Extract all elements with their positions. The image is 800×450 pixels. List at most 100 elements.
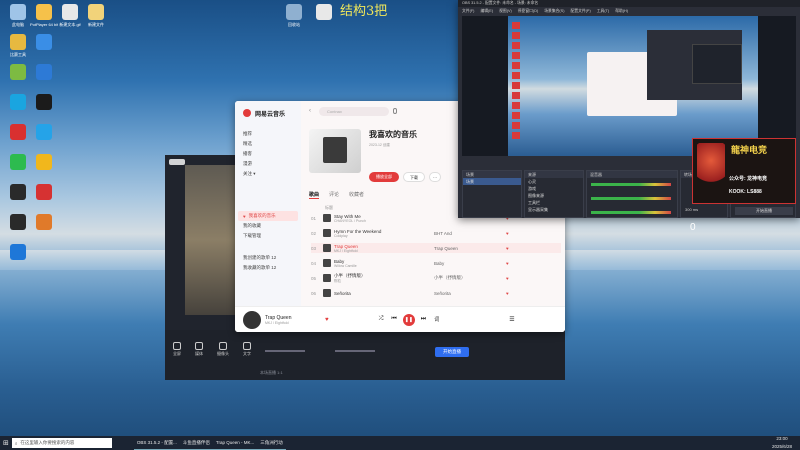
- more-button[interactable]: ···: [429, 172, 441, 182]
- music-library: ♥ 我喜欢的音乐 我的收藏 下载管理 我创建的歌单 12 我收藏的歌单 12: [235, 211, 301, 273]
- play-all-button[interactable]: 播放全部: [369, 172, 399, 182]
- duration-field[interactable]: 300 ms: [685, 207, 698, 212]
- source-item[interactable]: 工具栏: [525, 199, 583, 206]
- tab-collectors[interactable]: 收藏者: [349, 191, 364, 199]
- desktop-icon[interactable]: 此电脑: [4, 4, 32, 27]
- start-button[interactable]: ⊞: [0, 436, 12, 450]
- desktop-icon[interactable]: [30, 94, 58, 112]
- heart-icon[interactable]: ♥: [506, 261, 509, 266]
- nav-download[interactable]: 下载管理: [235, 231, 301, 241]
- track-row[interactable]: 03 Trap Queen MKJ / Eightfold Trap Queen ♥: [311, 243, 561, 253]
- track-artist: Coldplay: [334, 233, 348, 238]
- source-item[interactable]: 显示器采集: [525, 206, 583, 213]
- obs-menu-item[interactable]: 工具(T): [597, 7, 609, 15]
- obs-titlebar: OBS 31.5.2 - 配置文件: 未命名 - 场景: 未命名: [458, 0, 800, 7]
- heart-icon[interactable]: ♥: [506, 231, 509, 236]
- source-item[interactable]: 图像来源: [525, 192, 583, 199]
- taskbar-item-3[interactable]: 三角洲行动: [257, 436, 286, 450]
- desktop-icon[interactable]: [4, 184, 32, 202]
- next-icon[interactable]: ⏭: [421, 316, 426, 323]
- source-item[interactable]: 心灵: [525, 178, 583, 185]
- heart-icon[interactable]: ♥: [506, 246, 509, 251]
- desktop-icon[interactable]: [30, 64, 58, 82]
- heart-icon[interactable]: ♥: [506, 276, 509, 281]
- obs-menu-item[interactable]: 编辑(E): [480, 7, 493, 15]
- start-live-button[interactable]: 开始直播: [435, 347, 469, 357]
- nav-collect[interactable]: 我的收藏: [235, 221, 301, 231]
- obs-menu-item[interactable]: 配置文件(P): [570, 7, 590, 15]
- source-item[interactable]: 游戏: [525, 185, 583, 192]
- prev-icon[interactable]: ⏮: [391, 316, 396, 323]
- back-arrow-icon[interactable]: ‹: [309, 108, 311, 114]
- music-logo-icon: [243, 109, 251, 117]
- nav-created[interactable]: 我创建的歌单 12: [235, 253, 301, 263]
- nested-obs-2: [692, 44, 742, 84]
- nav-liked[interactable]: ♥ 我喜欢的音乐: [238, 211, 298, 221]
- desktop-icon[interactable]: [4, 244, 32, 262]
- streamer-btn-3[interactable]: 文字: [243, 342, 251, 357]
- volume-slider-1[interactable]: [265, 350, 305, 352]
- taskbar-search[interactable]: ⌕ 在这里输入你要搜索的内容: [11, 438, 112, 448]
- mic-icon[interactable]: [393, 108, 397, 114]
- volume-slider-2[interactable]: [335, 350, 375, 352]
- track-row[interactable]: 02 Hymn For the Weekend Coldplay BHT And ♥: [311, 228, 561, 238]
- desktop-icon[interactable]: [310, 4, 338, 22]
- desktop-icon[interactable]: [4, 214, 32, 232]
- desktop-icon[interactable]: [30, 214, 58, 232]
- nav-item-2[interactable]: 播客: [235, 149, 301, 159]
- tab-songs[interactable]: 歌曲: [309, 191, 320, 199]
- desktop-icon[interactable]: PotPlayer 64 bit: [30, 4, 58, 27]
- tab-comments[interactable]: 评论: [329, 191, 339, 199]
- download-button[interactable]: 下载: [403, 172, 425, 182]
- desktop-icon[interactable]: [30, 124, 58, 142]
- like-icon[interactable]: ♥: [325, 317, 329, 323]
- desktop-icon[interactable]: [4, 154, 32, 172]
- obs-menu-item[interactable]: 场景集合(S): [544, 7, 564, 15]
- track-row[interactable]: 04 Baby Willow Camille Baby ♥: [311, 258, 561, 268]
- start-stream-button[interactable]: 开始直播: [735, 207, 793, 215]
- track-row[interactable]: 05 小半（抒情版） 陈粒 小半（抒情版） ♥: [311, 273, 561, 283]
- shuffle-icon[interactable]: ⤮: [379, 316, 384, 323]
- desktop-icon[interactable]: 回收站: [280, 4, 308, 27]
- obs-menu-item[interactable]: 停靠窗口(D): [518, 7, 538, 15]
- track-artist: Willow Camille: [334, 263, 357, 268]
- playlist-icon[interactable]: ☰: [509, 316, 514, 323]
- obs-menu-item[interactable]: 文件(F): [462, 7, 474, 15]
- lyrics-icon[interactable]: 词: [434, 316, 439, 323]
- nav-favorited[interactable]: 我收藏的歌单 12: [235, 263, 301, 273]
- desktop-icon[interactable]: [4, 124, 32, 142]
- taskbar-item-2[interactable]: Trap Queen - MK...: [212, 436, 258, 450]
- desktop-icon[interactable]: 比赛工具: [4, 34, 32, 57]
- heart-icon[interactable]: ♥: [506, 291, 509, 296]
- ad-overlay: 龍神电竞 公众号: 龙神电竞 KOOK: LS888: [692, 138, 796, 204]
- nav-item-1[interactable]: 精选: [235, 139, 301, 149]
- desktop-icon[interactable]: [4, 94, 32, 112]
- clock[interactable]: 23:00 2025/6/28: [769, 436, 800, 450]
- taskbar-item-0[interactable]: OBS 31.5.2 - 配置...: [133, 436, 180, 450]
- nav-item-0[interactable]: 推荐: [235, 129, 301, 139]
- music-search-input[interactable]: Contnax: [319, 107, 389, 116]
- obs-menu-item[interactable]: 帮助(H): [615, 7, 628, 15]
- track-title-block: Baby Willow Camille: [334, 259, 434, 268]
- scene-item[interactable]: 场景: [463, 178, 521, 185]
- nav-item-3[interactable]: 漫游: [235, 159, 301, 169]
- cover-art: [309, 129, 361, 173]
- track-row[interactable]: 06 Señorita Señorita ♥: [311, 288, 561, 298]
- desktop-icon[interactable]: [30, 184, 58, 202]
- streamer-btn-1[interactable]: 媒体: [195, 342, 203, 357]
- taskbar-item-1[interactable]: 斗鱼直播伴侣: [179, 436, 213, 450]
- streamer-btn-0[interactable]: 全屏: [173, 342, 181, 357]
- desktop-icon[interactable]: [4, 64, 32, 82]
- desktop-icon[interactable]: [30, 34, 58, 52]
- obs-menu-item[interactable]: 视图(V): [499, 7, 512, 15]
- pause-button[interactable]: ❚❚: [402, 313, 415, 326]
- taskbar: ⊞ ⌕ 在这里输入你要搜索的内容 OBS 31.5.2 - 配置... 斗鱼直播伴…: [0, 436, 800, 450]
- track-cover: [323, 289, 331, 297]
- desktop-icon[interactable]: [30, 154, 58, 172]
- desktop-icon[interactable]: 新建文件: [82, 4, 110, 27]
- desktop-icon[interactable]: 新建文本.gif: [56, 4, 84, 27]
- streamer-btn-2[interactable]: 摄像头: [217, 342, 229, 357]
- nav-item-4[interactable]: 关注 ▾: [235, 169, 301, 179]
- app-icon: [10, 214, 26, 230]
- music-nav: 推荐 精选 播客 漫游 关注 ▾: [235, 129, 301, 179]
